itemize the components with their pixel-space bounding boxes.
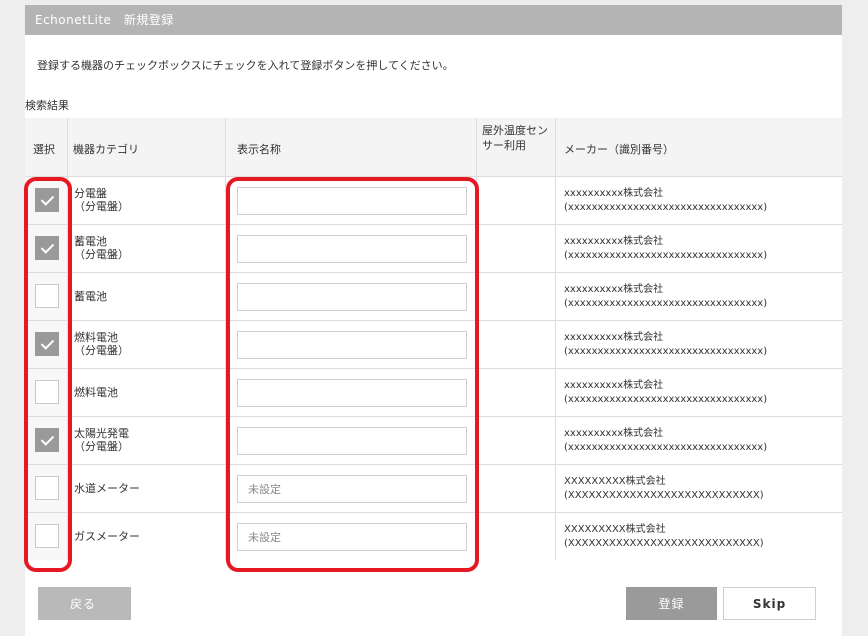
category-sub: （分電盤） <box>74 248 129 261</box>
header-category: 機器カテゴリ <box>73 143 139 156</box>
column-divider <box>555 513 556 560</box>
category-label: 蓄電池 <box>74 290 107 303</box>
category-sub: （分電盤） <box>74 440 129 453</box>
category-name: 太陽光発電 <box>74 427 129 440</box>
maker-info: XXXXXXXXX株式会社 (XXXXXXXXXXXXXXXXXXXXXXXXXX… <box>564 523 764 551</box>
maker-name: xxxxxxxxxx株式会社 <box>564 428 664 439</box>
header-maker: メーカー（識別番号） <box>564 143 674 156</box>
header-display-name: 表示名称 <box>237 143 281 156</box>
category-label: 分電盤 （分電盤） <box>74 187 129 213</box>
maker-name: xxxxxxxxxx株式会社 <box>564 236 664 247</box>
header-sensor: 屋外温度センサー利用 <box>482 124 548 152</box>
maker-info: xxxxxxxxxx株式会社 (xxxxxxxxxxxxxxxxxxxxxxxxx… <box>564 187 767 215</box>
column-divider <box>225 118 226 176</box>
maker-id: (xxxxxxxxxxxxxxxxxxxxxxxxxxxxxxxxx) <box>564 346 768 357</box>
maker-id: (xxxxxxxxxxxxxxxxxxxxxxxxxxxxxxxxx) <box>564 202 768 213</box>
maker-id: (XXXXXXXXXXXXXXXXXXXXXXXXXXXX) <box>564 490 764 501</box>
maker-name: xxxxxxxxxx株式会社 <box>564 284 664 295</box>
category-label: ガスメーター <box>74 530 140 543</box>
maker-info: xxxxxxxxxx株式会社 (xxxxxxxxxxxxxxxxxxxxxxxxx… <box>564 331 767 359</box>
table-header: 選択 機器カテゴリ 表示名称 屋外温度センサー利用 メーカー（識別番号） <box>25 118 842 176</box>
maker-id: (xxxxxxxxxxxxxxxxxxxxxxxxxxxxxxxxx) <box>564 394 768 405</box>
column-divider <box>555 369 556 416</box>
category-label: 蓄電池 （分電盤） <box>74 235 129 261</box>
back-button[interactable]: 戻る <box>38 587 131 620</box>
skip-button[interactable]: Skip <box>723 587 816 620</box>
category-name: 蓄電池 <box>74 235 107 248</box>
category-label: 太陽光発電 （分電盤） <box>74 427 129 453</box>
name-column-highlight <box>226 177 479 572</box>
maker-name: xxxxxxxxxx株式会社 <box>564 332 664 343</box>
maker-info: xxxxxxxxxx株式会社 (xxxxxxxxxxxxxxxxxxxxxxxxx… <box>564 379 767 407</box>
maker-id: (xxxxxxxxxxxxxxxxxxxxxxxxxxxxxxxxx) <box>564 250 768 261</box>
category-sub: （分電盤） <box>74 344 129 357</box>
instruction-text: 登録する機器のチェックボックスにチェックを入れて登録ボタンを押してください。 <box>37 59 454 72</box>
category-name: 燃料電池 <box>74 386 118 399</box>
window-title: EchonetLite 新規登録 <box>25 5 842 35</box>
category-sub: （分電盤） <box>74 200 129 213</box>
maker-name: xxxxxxxxxx株式会社 <box>564 380 664 391</box>
maker-id: (xxxxxxxxxxxxxxxxxxxxxxxxxxxxxxxxx) <box>564 298 768 309</box>
select-column-highlight <box>24 177 72 572</box>
maker-info: xxxxxxxxxx株式会社 (xxxxxxxxxxxxxxxxxxxxxxxxx… <box>564 235 767 263</box>
column-divider <box>555 321 556 368</box>
column-divider <box>555 465 556 512</box>
column-divider <box>67 118 68 176</box>
category-name: 燃料電池 <box>74 331 118 344</box>
column-divider <box>555 177 556 224</box>
maker-name: XXXXXXXXX株式会社 <box>564 476 666 487</box>
maker-id: (xxxxxxxxxxxxxxxxxxxxxxxxxxxxxxxxx) <box>564 442 768 453</box>
maker-info: XXXXXXXXX株式会社 (XXXXXXXXXXXXXXXXXXXXXXXXXX… <box>564 475 764 503</box>
header-select: 選択 <box>33 143 55 156</box>
maker-info: xxxxxxxxxx株式会社 (xxxxxxxxxxxxxxxxxxxxxxxxx… <box>564 427 767 455</box>
column-divider <box>555 417 556 464</box>
register-button[interactable]: 登録 <box>626 587 717 620</box>
maker-name: xxxxxxxxxx株式会社 <box>564 188 664 199</box>
category-label: 燃料電池 （分電盤） <box>74 331 129 357</box>
category-name: 蓄電池 <box>74 290 107 303</box>
category-label: 燃料電池 <box>74 386 118 399</box>
category-label: 水道メーター <box>74 482 140 495</box>
category-name: ガスメーター <box>74 530 140 543</box>
section-label: 検索結果 <box>25 99 69 112</box>
maker-name: XXXXXXXXX株式会社 <box>564 524 666 535</box>
category-name: 分電盤 <box>74 187 107 200</box>
category-name: 水道メーター <box>74 482 140 495</box>
column-divider <box>476 118 477 176</box>
maker-info: xxxxxxxxxx株式会社 (xxxxxxxxxxxxxxxxxxxxxxxxx… <box>564 283 767 311</box>
column-divider <box>555 118 556 176</box>
column-divider <box>555 273 556 320</box>
maker-id: (XXXXXXXXXXXXXXXXXXXXXXXXXXXX) <box>564 538 764 549</box>
column-divider <box>555 225 556 272</box>
